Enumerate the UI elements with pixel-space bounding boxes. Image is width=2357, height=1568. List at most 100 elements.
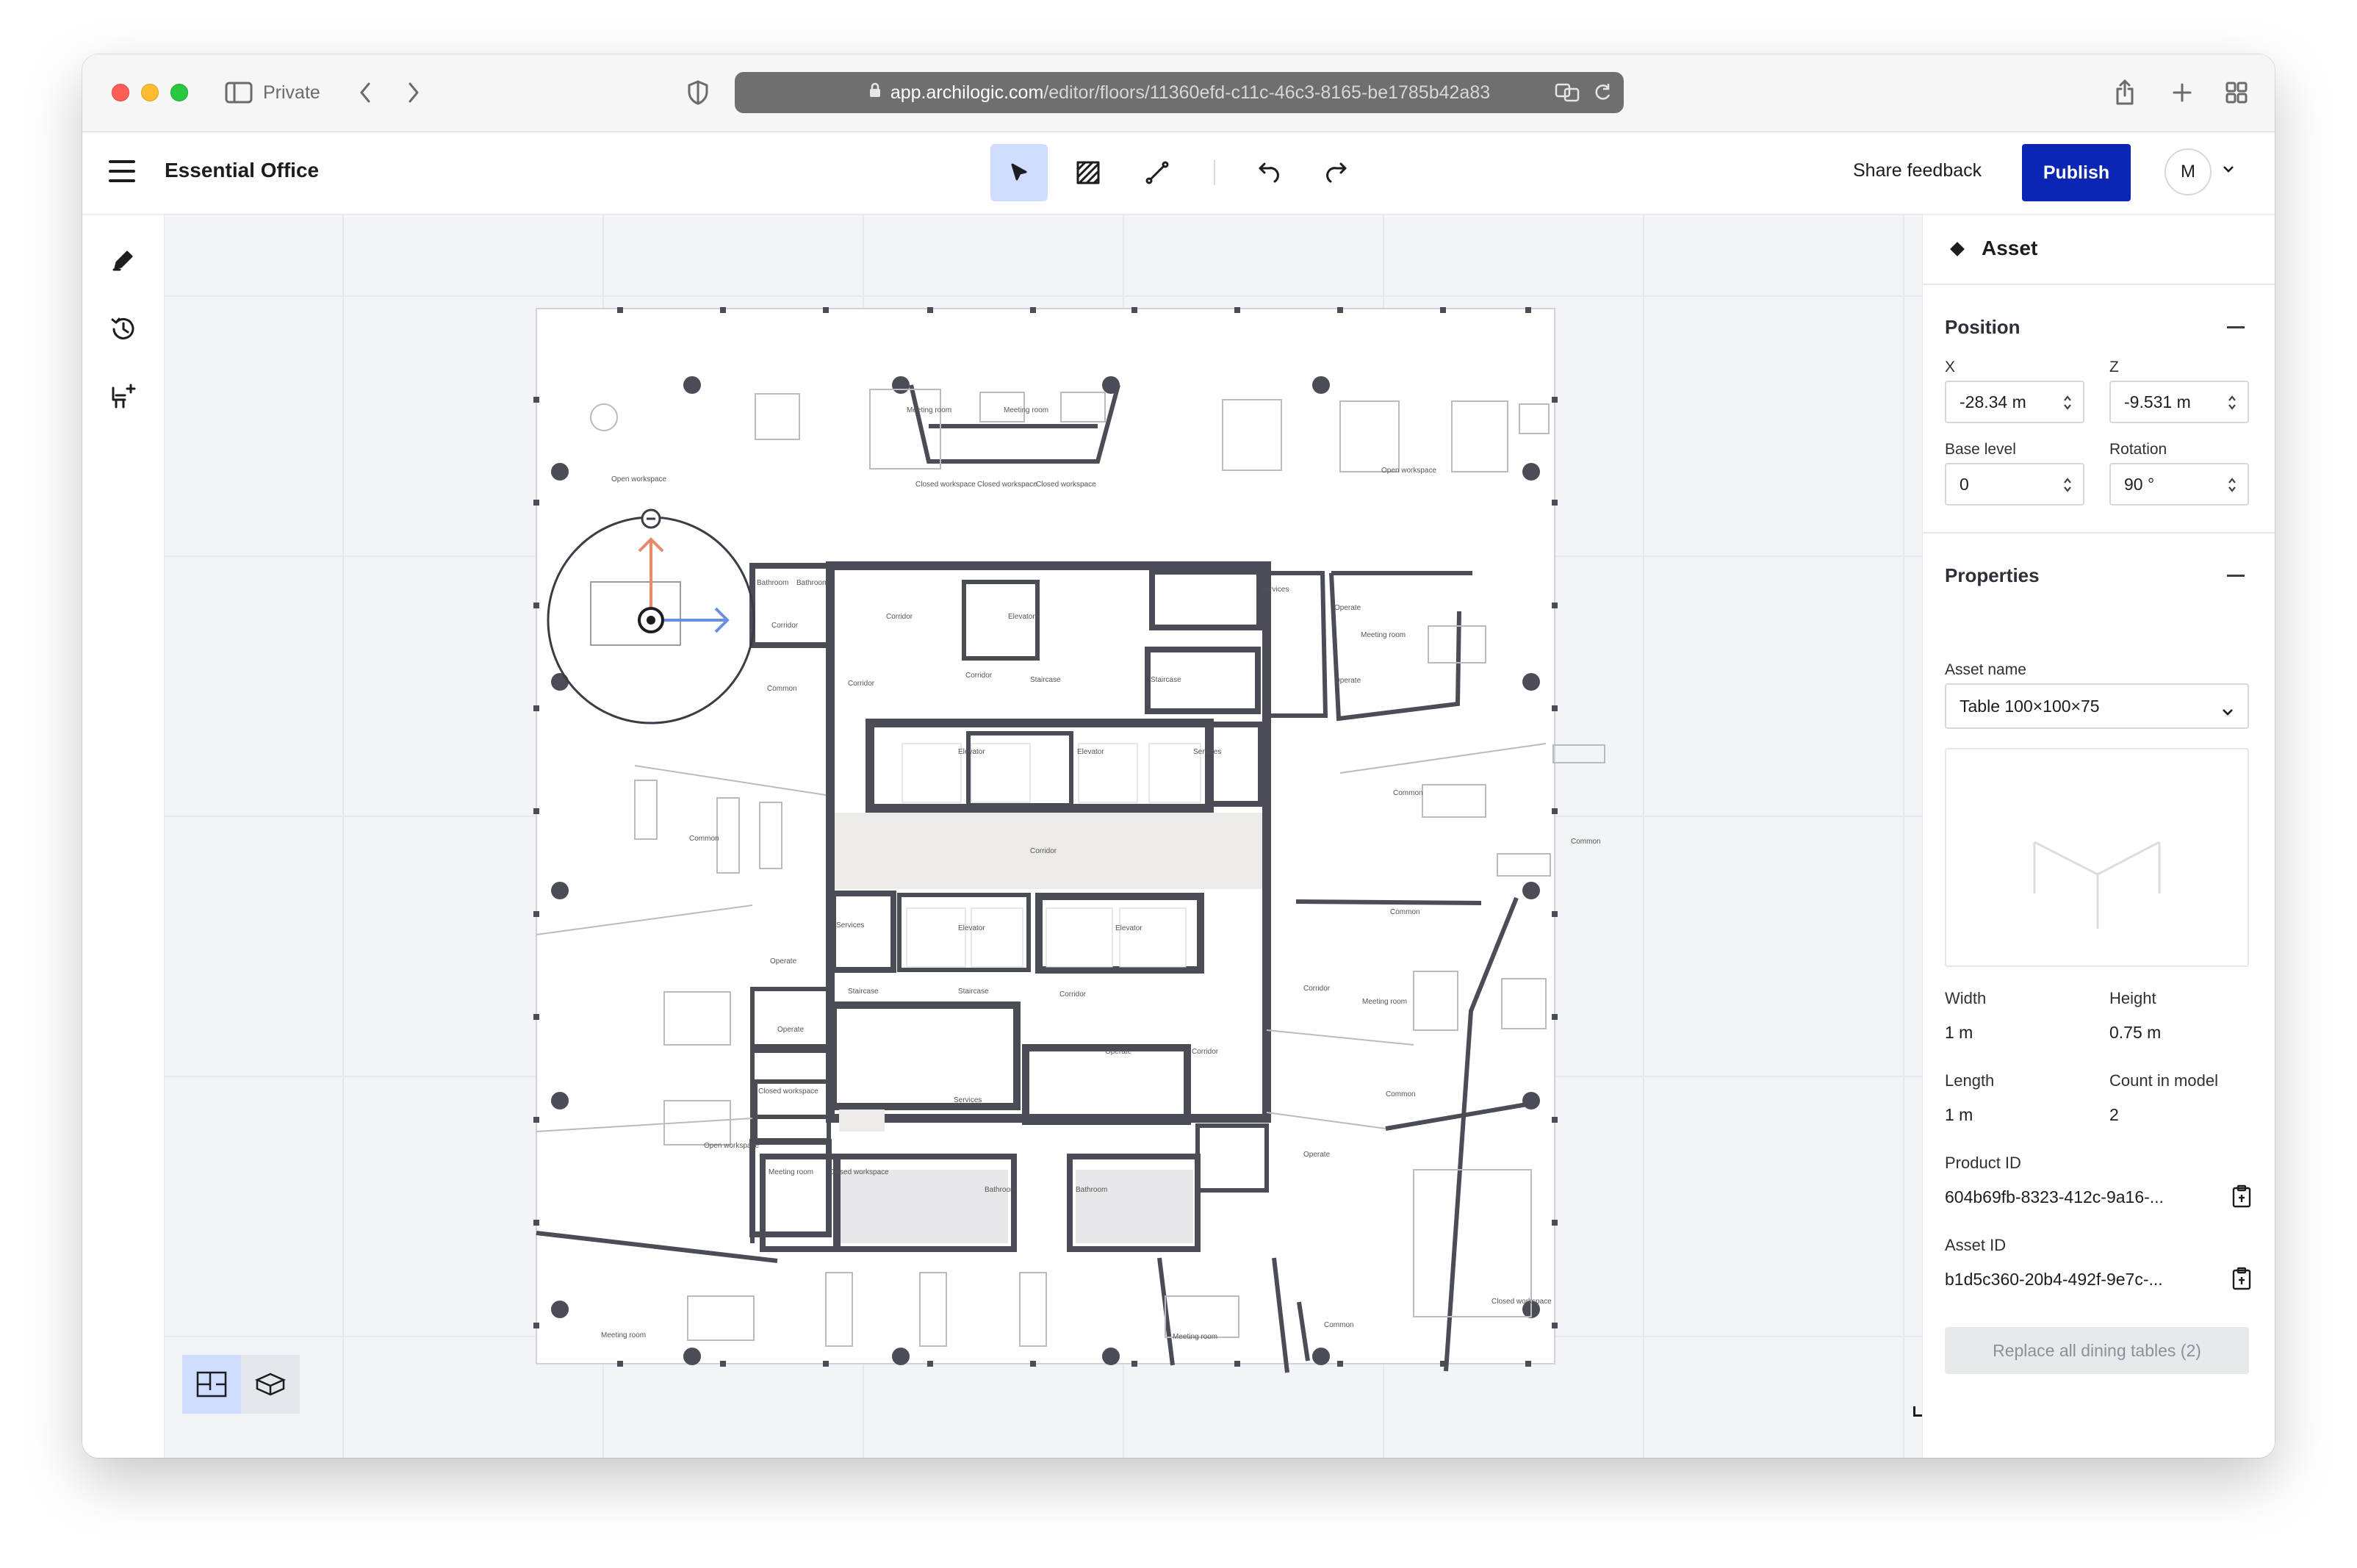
app-header: Essential Office Share feedback Publish … (82, 132, 2275, 215)
3d-view-button[interactable] (241, 1355, 300, 1414)
add-asset-button[interactable] (106, 379, 141, 414)
plan-view-button[interactable] (182, 1355, 241, 1414)
new-tab-button[interactable] (2169, 76, 2195, 109)
base-level-value: 0 (1960, 474, 1969, 494)
z-value: -9.531 m (2124, 392, 2191, 411)
select-tool-button[interactable] (990, 144, 1048, 201)
avatar[interactable]: M (2165, 148, 2212, 195)
select-arrow-icon (1011, 163, 1027, 181)
address-bar[interactable]: app.archilogic.com/editor/floors/11360ef… (735, 72, 1624, 113)
asset-name-select[interactable]: Table 100×100×75 (1945, 683, 2249, 729)
svg-text:Common: Common (1390, 908, 1420, 916)
svg-text:Corridor: Corridor (848, 680, 875, 688)
product-id-value: 604b69fb-8323-412c-9a16-... (1945, 1187, 2164, 1206)
position-collapse-button[interactable] (2227, 326, 2245, 328)
close-window-button[interactable] (112, 84, 129, 101)
svg-text:Common: Common (1324, 1321, 1354, 1329)
stepper-icon[interactable] (2062, 476, 2073, 498)
svg-text:Staircase: Staircase (1151, 676, 1181, 684)
svg-text:Services: Services (1261, 586, 1289, 594)
svg-text:Operate: Operate (1334, 604, 1361, 612)
translate-icon[interactable] (1555, 82, 1580, 103)
history-button[interactable] (106, 312, 141, 347)
floor-plan: Open workspace Meeting room Meeting room… (533, 307, 1605, 1373)
svg-text:Elevator: Elevator (1077, 748, 1104, 756)
stepper-icon[interactable] (2227, 476, 2237, 498)
svg-text:Common: Common (1571, 838, 1601, 846)
product-id-label: Product ID (1945, 1154, 2021, 1172)
chevron-down-icon[interactable] (2222, 165, 2235, 173)
svg-text:Operate: Operate (1105, 1048, 1132, 1056)
svg-text:Services: Services (1193, 748, 1221, 756)
table-preview-image (2033, 841, 2161, 929)
share-feedback-link[interactable]: Share feedback (1853, 160, 1982, 181)
tab-overview-button[interactable] (2223, 76, 2250, 109)
length-value: 1 m (1945, 1105, 1973, 1124)
hamburger-icon (109, 160, 135, 163)
svg-text:Common: Common (1393, 789, 1423, 797)
svg-text:Open workspace: Open workspace (611, 475, 666, 483)
svg-text:Meeting room: Meeting room (769, 1168, 813, 1176)
clipboard-icon (2232, 1267, 2251, 1290)
toolbar-divider (1214, 160, 1215, 185)
stepper-icon[interactable] (2227, 394, 2237, 416)
svg-text:Closed workspace: Closed workspace (829, 1168, 889, 1176)
svg-text:Closed workspace: Closed workspace (1036, 481, 1096, 489)
svg-text:Closed workspace: Closed workspace (977, 481, 1037, 489)
floor-plan-canvas[interactable]: Open workspace Meeting room Meeting room… (165, 215, 2004, 1458)
svg-text:Closed workspace: Closed workspace (915, 481, 976, 489)
svg-text:Elevator: Elevator (958, 924, 985, 932)
reload-icon[interactable] (1593, 82, 1612, 103)
properties-section-title: Properties (1945, 564, 2040, 586)
private-label: Private (263, 82, 320, 103)
selected-table[interactable] (590, 581, 681, 646)
edit-button[interactable] (106, 242, 141, 278)
copy-product-id-button[interactable] (2231, 1184, 2252, 1212)
undo-button[interactable] (1240, 144, 1298, 201)
base-level-input[interactable]: 0 (1945, 463, 2084, 506)
replace-all-button[interactable]: Replace all dining tables (2) (1945, 1327, 2249, 1374)
add-asset-icon (112, 384, 136, 409)
asset-diamond-icon (1950, 242, 1965, 256)
position-section-title: Position (1945, 316, 2020, 338)
privacy-report-button[interactable] (685, 76, 711, 109)
z-input[interactable]: -9.531 m (2109, 381, 2249, 423)
stepper-icon[interactable] (2062, 394, 2073, 416)
measure-tool-button[interactable] (1129, 144, 1186, 201)
clipboard-icon (2232, 1184, 2251, 1208)
inspector-header: Asset (1923, 215, 2275, 285)
svg-text:Meeting room: Meeting room (1361, 631, 1406, 639)
zoom-window-button[interactable] (170, 84, 188, 101)
svg-text:Meeting room: Meeting room (907, 406, 951, 414)
svg-text:Services: Services (954, 1096, 982, 1104)
rotation-input[interactable]: 90 ° (2109, 463, 2249, 506)
area-tool-button[interactable] (1059, 144, 1117, 201)
back-button[interactable] (354, 76, 376, 109)
x-label: X (1945, 359, 1956, 375)
x-value: -28.34 m (1960, 392, 2026, 411)
sidebar-toggle-button[interactable]: Private (225, 76, 320, 109)
svg-text:Corridor: Corridor (1030, 847, 1057, 855)
width-label: Width (1945, 989, 1987, 1007)
svg-text:Staircase: Staircase (1030, 676, 1061, 684)
copy-asset-id-button[interactable] (2231, 1267, 2252, 1294)
menu-button[interactable] (109, 160, 135, 184)
grid-icon (2225, 82, 2248, 104)
publish-button[interactable]: Publish (2022, 144, 2131, 201)
project-title: Essential Office (165, 159, 320, 181)
svg-text:Operate: Operate (777, 1026, 805, 1034)
undo-icon (1259, 162, 1279, 183)
properties-collapse-button[interactable] (2227, 575, 2245, 577)
width-value: 1 m (1945, 1023, 1973, 1042)
x-input[interactable]: -28.34 m (1945, 381, 2084, 423)
share-button[interactable] (2112, 76, 2138, 109)
svg-text:Corridor: Corridor (771, 622, 799, 630)
minimize-window-button[interactable] (141, 84, 159, 101)
z-label: Z (2109, 359, 2119, 375)
svg-text:Meeting room: Meeting room (601, 1331, 646, 1339)
redo-button[interactable] (1308, 144, 1365, 201)
forward-button[interactable] (403, 76, 425, 109)
svg-text:Corridor: Corridor (1059, 990, 1087, 999)
3d-view-icon (254, 1373, 287, 1396)
svg-text:Services: Services (836, 921, 864, 929)
